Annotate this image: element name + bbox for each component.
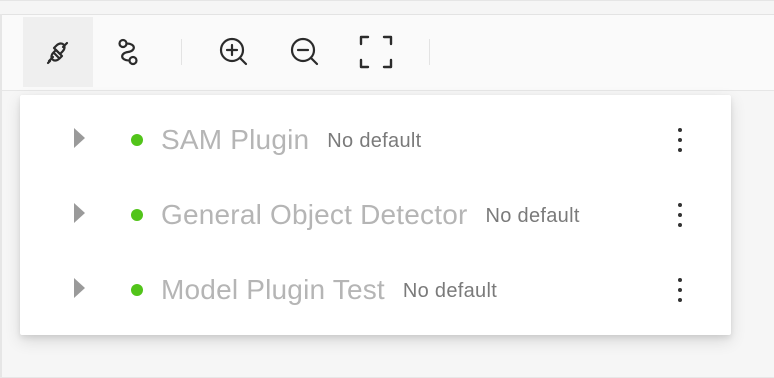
- more-options-icon[interactable]: [670, 124, 690, 156]
- toolbar: [2, 15, 774, 91]
- status-online-dot: [131, 209, 143, 221]
- plugin-row-text: General Object Detector No default: [161, 195, 580, 235]
- plugin-default-label: No default: [402, 279, 498, 302]
- toolbar-divider: [181, 39, 182, 65]
- plugin-row[interactable]: Model Plugin Test No default: [20, 260, 731, 320]
- status-online-dot: [131, 284, 143, 296]
- plugin-default-label: No default: [485, 204, 580, 227]
- plugin-row[interactable]: General Object Detector No default: [20, 185, 731, 245]
- zoom-in-button[interactable]: [199, 17, 269, 87]
- plugin-name[interactable]: General Object Detector: [161, 199, 468, 231]
- plugin-row-text: SAM Plugin No default: [161, 120, 421, 160]
- more-options-icon[interactable]: [670, 274, 690, 306]
- zoom-out-button[interactable]: [270, 17, 340, 87]
- plugin-button[interactable]: [23, 17, 93, 87]
- plugin-row-text: Model Plugin Test No default: [161, 270, 497, 310]
- expand-caret-icon[interactable]: [74, 203, 85, 223]
- plugin-row[interactable]: SAM Plugin No default: [20, 110, 731, 170]
- workflow-icon: [118, 38, 138, 66]
- plugin-name[interactable]: Model Plugin Test: [161, 274, 385, 306]
- plug-icon: [46, 41, 69, 65]
- fullscreen-button[interactable]: [341, 17, 411, 87]
- plugin-default-label: No default: [327, 129, 422, 152]
- status-online-dot: [131, 134, 143, 146]
- expand-caret-icon[interactable]: [74, 128, 85, 148]
- fullscreen-icon: [359, 35, 393, 69]
- expand-caret-icon[interactable]: [74, 278, 85, 298]
- toolbar-divider: [429, 39, 430, 65]
- more-options-icon[interactable]: [670, 199, 690, 231]
- plugin-name[interactable]: SAM Plugin: [161, 124, 309, 156]
- zoom-out-icon: [290, 37, 319, 66]
- plugin-dropdown: SAM Plugin No default General Object Det…: [20, 95, 731, 335]
- zoom-in-icon: [219, 37, 248, 66]
- workflow-button[interactable]: [93, 17, 163, 87]
